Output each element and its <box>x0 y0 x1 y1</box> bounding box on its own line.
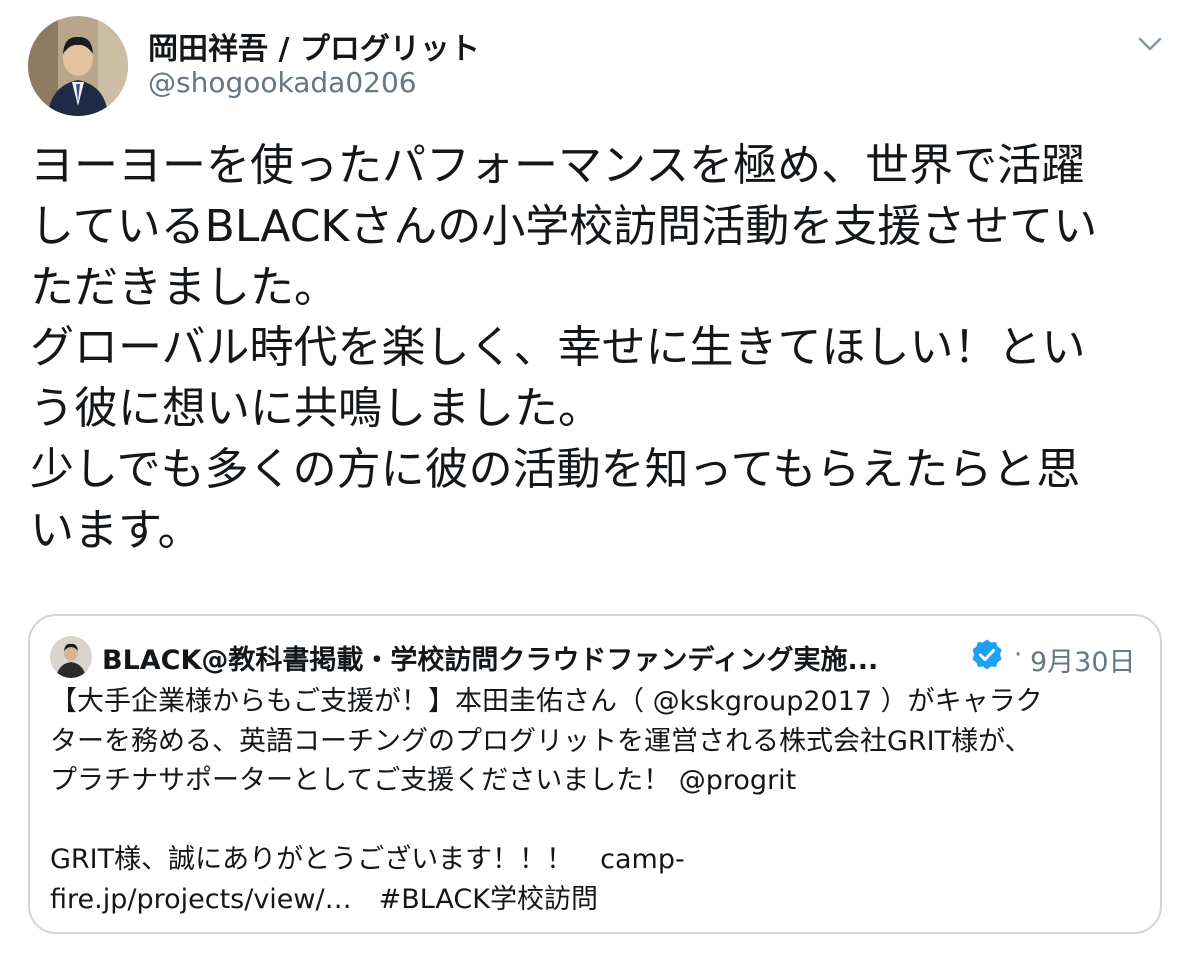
quoted-author-avatar[interactable] <box>50 636 92 678</box>
tweet-text-line: 少しでも多くの方に彼の活動を知ってもらえたらと思 <box>30 443 1081 495</box>
tweet-text-line: ただきました。 <box>30 261 338 313</box>
chevron-down-icon[interactable] <box>1134 28 1166 60</box>
quoted-tweet-text: 【大手企業様からもご支援が！】本田圭佑さん（ @kskgroup2017 ）がキ… <box>50 682 1140 919</box>
quoted-tweet-card[interactable]: BLACK@教科書掲載・学校訪問クラウドファンディング実施... · 9月30日… <box>28 614 1162 934</box>
quoted-text-line: fire.jp/projects/view/… #BLACK学校訪問 <box>50 883 598 915</box>
tweet-text-line: う彼に想いに共鳴しました。 <box>30 383 602 435</box>
tweet-text-line: ヨーヨーを使ったパフォーマンスを極め、世界で活躍 <box>30 140 1086 191</box>
quoted-text-line <box>50 801 1140 841</box>
meta-separator: · <box>1014 640 1023 670</box>
tweet-text-line: しているBLACKさんの小学校訪問活動を支援させてい <box>30 200 1098 252</box>
quoted-tweet-date[interactable]: 9月30日 <box>1030 640 1136 679</box>
author-avatar[interactable] <box>28 16 128 116</box>
author-display-name[interactable]: 岡田祥吾 / プログリット <box>148 24 480 68</box>
author-handle[interactable]: @shogookada0206 <box>148 66 417 99</box>
quoted-text-line: ターを務める、英語コーチングのプログリットを運営される株式会社GRIT様が、 <box>50 725 1032 757</box>
tweet: 岡田祥吾 / プログリット @shogookada0206 ヨーヨーを使ったパフ… <box>0 0 1194 964</box>
quoted-text-line: プラチナサポーターとしてご支援くださいました！ @progrit <box>50 765 797 796</box>
quoted-text-line: 【大手企業様からもご支援が！】本田圭佑さん（ @kskgroup2017 ）がキ… <box>50 686 1043 717</box>
quoted-author-name[interactable]: BLACK@教科書掲載・学校訪問クラウドファンディング実施... <box>102 638 964 677</box>
verified-badge-icon <box>970 638 1004 672</box>
tweet-text-line: グローバル時代を楽しく、幸せに生きてほしい！とい <box>30 322 1086 374</box>
quoted-text-line: GRIT様、誠にありがとうございます！！！ camp- <box>50 844 685 875</box>
tweet-text-line: います。 <box>30 504 202 556</box>
tweet-text: ヨーヨーを使ったパフォーマンスを極め、世界で活躍 しているBLACKさんの小学校… <box>30 136 1160 562</box>
